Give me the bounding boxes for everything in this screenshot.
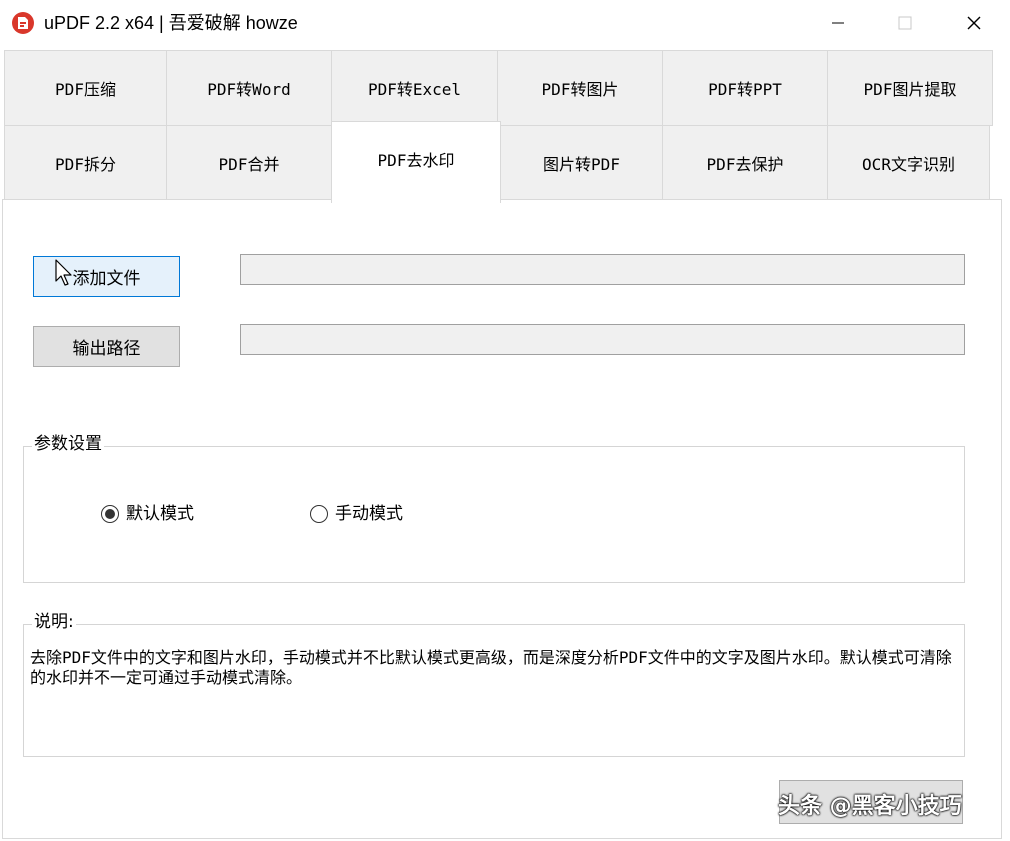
tab-pdf-image-extract[interactable]: PDF图片提取 xyxy=(827,50,993,126)
description-text: 去除PDF文件中的文字和图片水印，手动模式并不比默认模式更高级，而是深度分析PD… xyxy=(30,648,952,687)
tab-pdf-to-image[interactable]: PDF转图片 xyxy=(497,50,663,126)
params-legend: 参数设置 xyxy=(32,434,104,454)
description-legend: 说明: xyxy=(32,612,76,632)
add-file-path-field[interactable] xyxy=(240,254,965,285)
minimize-button[interactable] xyxy=(815,8,861,38)
output-path-button[interactable]: 输出路径 xyxy=(33,326,180,367)
tab-pdf-to-word[interactable]: PDF转Word xyxy=(166,50,332,126)
close-icon xyxy=(967,16,981,30)
manual-mode-radio[interactable] xyxy=(310,505,328,523)
window-title: uPDF 2.2 x64 | 吾爱破解 howze xyxy=(44,13,298,33)
tab-pdf-remove-watermark[interactable]: PDF去水印 xyxy=(331,121,501,203)
tab-image-to-pdf[interactable]: 图片转PDF xyxy=(500,125,663,200)
tab-strip: PDF压缩 PDF转Word PDF转Excel PDF转图片 PDF转PPT … xyxy=(0,48,1010,203)
output-path-field[interactable] xyxy=(240,324,965,355)
tab-pdf-to-excel[interactable]: PDF转Excel xyxy=(331,50,498,126)
title-bar[interactable]: uPDF 2.2 x64 | 吾爱破解 howze xyxy=(0,0,1010,46)
tab-pdf-split[interactable]: PDF拆分 xyxy=(4,125,167,200)
manual-mode-label[interactable]: 手动模式 xyxy=(335,503,403,525)
tab-pdf-merge[interactable]: PDF合并 xyxy=(166,125,332,200)
default-mode-radio[interactable] xyxy=(101,505,119,523)
minimize-icon xyxy=(832,22,844,24)
tab-ocr[interactable]: OCR文字识别 xyxy=(827,125,990,200)
pdf-app-icon[interactable] xyxy=(12,12,34,34)
overlay-watermark: 头条 @黑客小技巧 xyxy=(778,794,962,819)
maximize-button[interactable] xyxy=(882,8,928,38)
tab-pdf-to-ppt[interactable]: PDF转PPT xyxy=(662,50,828,126)
close-button[interactable] xyxy=(951,8,997,38)
default-mode-label[interactable]: 默认模式 xyxy=(126,503,194,525)
tab-pdf-remove-protection[interactable]: PDF去保护 xyxy=(662,125,828,200)
mouse-cursor-icon xyxy=(55,259,72,286)
maximize-icon xyxy=(898,16,912,30)
tab-pdf-compress[interactable]: PDF压缩 xyxy=(4,50,167,126)
radio-selected-dot xyxy=(105,509,115,519)
description-groupbox xyxy=(23,624,965,757)
